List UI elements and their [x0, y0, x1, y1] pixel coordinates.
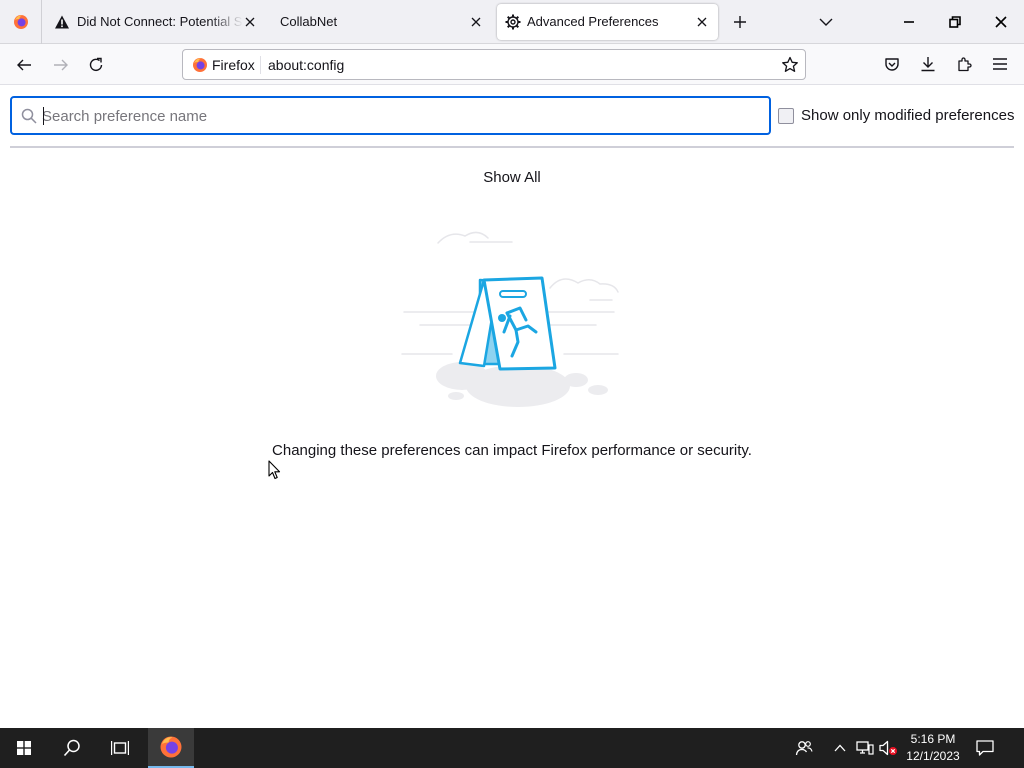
tab-collabnet[interactable]: CollabNet: [268, 4, 492, 40]
close-icon: [995, 16, 1007, 28]
url-divider: [260, 56, 261, 74]
people-button[interactable]: [794, 738, 814, 758]
app-menu-button[interactable]: [989, 53, 1011, 75]
search-icon: [63, 739, 80, 757]
gear-icon: [505, 14, 521, 30]
close-icon[interactable]: [242, 14, 258, 30]
search-input[interactable]: [42, 104, 742, 128]
screen: Did Not Connect: Potential Security Issu…: [0, 0, 1024, 768]
identity-label: Firefox: [212, 57, 255, 73]
minimize-icon: [904, 21, 914, 23]
tab-title: Did Not Connect: Potential Security Issu…: [77, 14, 243, 29]
show-modified-toggle[interactable]: Show only modified preferences: [778, 107, 1014, 124]
show-all-button[interactable]: Show All: [462, 166, 562, 188]
taskbar: 5:16 PM 12/1/2023: [0, 728, 1024, 768]
firefox-view-button[interactable]: [0, 0, 42, 44]
tab-title: CollabNet: [280, 14, 338, 29]
system-clock[interactable]: 5:16 PM 12/1/2023: [900, 731, 966, 765]
action-center-button[interactable]: [972, 736, 998, 760]
mouse-cursor-icon: [268, 460, 281, 480]
start-button[interactable]: [0, 728, 48, 768]
url-bar[interactable]: Firefox about:config: [182, 49, 806, 80]
network-button[interactable]: [855, 738, 875, 758]
firefox-logo-icon: [193, 58, 207, 72]
download-icon: [921, 57, 935, 72]
warning-message: Changing these preferences can impact Fi…: [272, 442, 752, 459]
caution-sign-illustration: [401, 231, 619, 407]
downloads-button[interactable]: [917, 53, 939, 75]
clock-time: 5:16 PM: [910, 732, 956, 746]
close-icon[interactable]: [468, 14, 484, 30]
restore-icon: [949, 16, 961, 28]
pocket-button[interactable]: [881, 53, 903, 75]
plus-icon: [734, 16, 746, 28]
hamburger-menu-icon: [993, 58, 1007, 70]
text-caret: [43, 107, 44, 125]
volume-muted-icon: [879, 740, 897, 756]
task-view-icon: [111, 741, 129, 755]
clock-date: 12/1/2023: [906, 749, 960, 763]
new-tab-button[interactable]: [726, 10, 754, 34]
nav-bar: Firefox about:config: [0, 44, 1024, 85]
warning-icon: [55, 15, 69, 29]
tab-advanced-preferences[interactable]: Advanced Preferences: [497, 4, 718, 40]
pocket-icon: [885, 58, 899, 71]
people-icon: [795, 741, 813, 756]
back-button[interactable]: [11, 52, 37, 78]
tab-did-not-connect[interactable]: Did Not Connect: Potential Security Issu…: [44, 4, 266, 40]
show-modified-checkbox[interactable]: [778, 107, 794, 124]
forward-button[interactable]: [48, 52, 74, 78]
chevron-up-icon: [834, 744, 846, 752]
close-icon[interactable]: [694, 14, 710, 30]
search-icon: [21, 108, 37, 124]
puzzle-icon: [958, 57, 972, 72]
show-modified-label: Show only modified preferences: [801, 107, 1015, 124]
preference-search-box[interactable]: [10, 96, 771, 135]
task-view-button[interactable]: [96, 728, 144, 768]
about-config-page: Show only modified preferences Show All: [0, 85, 1024, 728]
chevron-down-icon: [819, 18, 833, 26]
volume-button[interactable]: [878, 738, 898, 758]
firefox-logo-icon: [160, 736, 182, 758]
reload-button[interactable]: [83, 52, 109, 78]
taskbar-firefox-button[interactable]: [148, 728, 194, 768]
reload-icon: [89, 57, 103, 71]
notification-icon: [976, 740, 994, 756]
show-hidden-icons-button[interactable]: [830, 738, 850, 758]
minimize-button[interactable]: [886, 0, 932, 44]
tab-title: Advanced Preferences: [527, 14, 659, 29]
network-icon: [856, 741, 874, 755]
star-icon[interactable]: [781, 56, 799, 74]
tab-strip: Did Not Connect: Potential Security Issu…: [0, 0, 1024, 44]
windows-logo-icon: [17, 741, 31, 755]
restore-button[interactable]: [932, 0, 978, 44]
extensions-button[interactable]: [953, 53, 975, 75]
arrow-left-icon: [17, 59, 31, 71]
header-divider: [10, 146, 1014, 148]
firefox-logo-icon: [13, 15, 28, 29]
identity-box[interactable]: Firefox: [192, 57, 255, 73]
taskbar-search-button[interactable]: [48, 728, 96, 768]
url-text[interactable]: about:config: [268, 57, 344, 73]
close-window-button[interactable]: [978, 0, 1024, 44]
arrow-right-icon: [54, 59, 68, 71]
list-all-tabs-button[interactable]: [812, 10, 840, 34]
